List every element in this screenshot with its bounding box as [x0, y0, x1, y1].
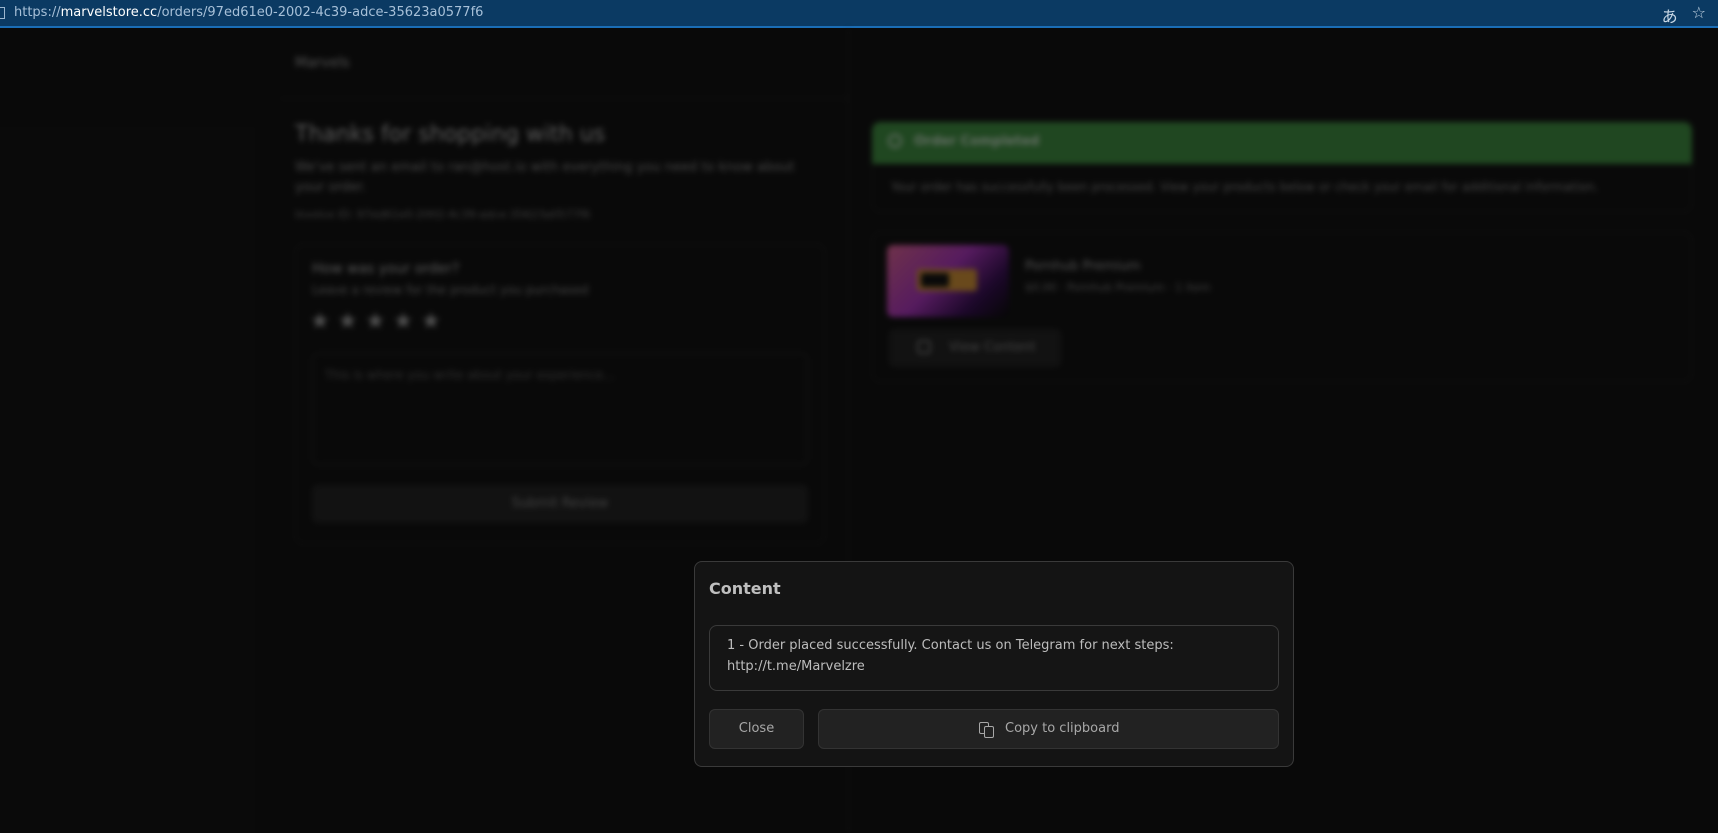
close-button[interactable]: Close	[709, 709, 804, 749]
url-path: /orders/97ed61e0-2002-4c39-adce-35623a05…	[157, 5, 484, 20]
url-text[interactable]: https://marvelstore.cc/orders/97ed61e0-2…	[14, 5, 483, 20]
lock-icon[interactable]	[0, 7, 5, 19]
translate-icon[interactable]: あ	[1662, 3, 1678, 27]
star-bookmark-icon[interactable]: ☆	[1692, 3, 1706, 27]
dialog-title: Content	[709, 579, 781, 598]
url-host: marvelstore.cc	[60, 5, 158, 20]
url-scheme: https://	[14, 5, 61, 20]
copy-label: Copy to clipboard	[1005, 721, 1120, 736]
content-line-1: 1 - Order placed successfully. Contact u…	[727, 638, 1174, 653]
copy-icon	[979, 722, 995, 738]
content-box[interactable]: 1 - Order placed successfully. Contact u…	[709, 625, 1279, 691]
content-text[interactable]: 1 - Order placed successfully. Contact u…	[727, 635, 1257, 677]
content-dialog: Content 1 - Order placed successfully. C…	[694, 561, 1294, 767]
browser-address-bar[interactable]: https://marvelstore.cc/orders/97ed61e0-2…	[0, 0, 1718, 28]
content-line-2[interactable]: http://t.me/Marvelzre	[727, 656, 1257, 677]
copy-to-clipboard-button[interactable]: Copy to clipboard	[818, 709, 1279, 749]
